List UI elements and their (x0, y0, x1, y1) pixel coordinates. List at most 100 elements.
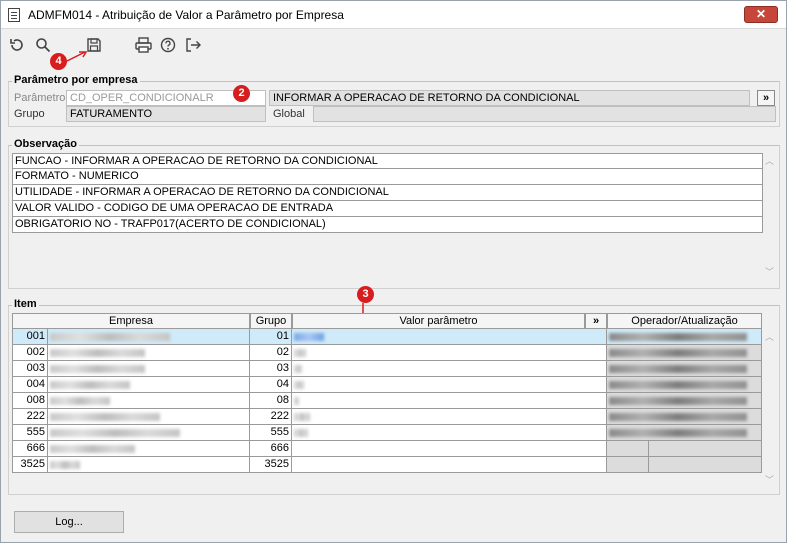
empresa-code-cell[interactable]: 003 (12, 361, 48, 377)
table-row[interactable]: 004 04 (12, 377, 762, 393)
table-row[interactable]: 002 02 (12, 345, 762, 361)
scroll-down-icon[interactable]: ﹀ (763, 266, 776, 279)
grupo-cell[interactable]: 04 (250, 377, 292, 393)
empresa-code-cell[interactable]: 222 (12, 409, 48, 425)
valor-parametro-cell[interactable] (292, 361, 607, 377)
col-operador-header[interactable]: Operador/Atualização (607, 313, 762, 329)
valor-parametro-cell[interactable] (292, 409, 607, 425)
grupo-value: 666 (270, 442, 289, 454)
empresa-code-cell[interactable]: 002 (12, 345, 48, 361)
grupo-cell[interactable]: 02 (250, 345, 292, 361)
table-row[interactable]: 008 08 (12, 393, 762, 409)
exit-icon[interactable] (182, 34, 204, 56)
parametro-label: Parâmetro (14, 92, 66, 104)
empresa-code: 666 (26, 442, 45, 454)
grupo-cell[interactable]: 555 (250, 425, 292, 441)
empresa-name-cell[interactable] (48, 457, 250, 473)
item-scrollbar[interactable]: ︿ ﹀ (763, 329, 776, 489)
empresa-code-cell[interactable]: 666 (12, 441, 48, 457)
search-icon[interactable] (32, 34, 54, 56)
grupo-field: FATURAMENTO (66, 106, 266, 122)
redacted-text (50, 365, 145, 373)
document-icon (8, 8, 20, 22)
empresa-name-cell[interactable] (48, 377, 250, 393)
empresa-name-cell[interactable] (48, 345, 250, 361)
table-row[interactable]: 555 555 (12, 425, 762, 441)
empresa-code-cell[interactable]: 008 (12, 393, 48, 409)
valor-parametro-cell[interactable] (292, 345, 607, 361)
lookup-button[interactable]: » (757, 90, 775, 106)
redacted-text (50, 381, 130, 389)
title-bar: ADMFM014 - Atribuição de Valor a Parâmet… (1, 1, 786, 29)
table-row[interactable]: 3525 3525 (12, 457, 762, 473)
grupo-cell[interactable]: 666 (250, 441, 292, 457)
print-icon[interactable] (132, 34, 154, 56)
scroll-up-icon[interactable]: ︿ (763, 331, 776, 344)
empresa-name-cell[interactable] (48, 361, 250, 377)
redacted-text (609, 333, 747, 341)
table-row[interactable]: 001 01 (12, 329, 762, 345)
observacao-line: VALOR VALIDO - CODIGO DE UMA OPERACAO DE… (12, 201, 763, 217)
valor-parametro-cell[interactable] (292, 329, 607, 345)
empresa-name-cell[interactable] (48, 425, 250, 441)
valor-parametro-cell[interactable] (292, 393, 607, 409)
redacted-text (294, 365, 302, 373)
grupo-cell[interactable]: 08 (250, 393, 292, 409)
empresa-name-cell[interactable] (48, 329, 250, 345)
table-row[interactable]: 222 222 (12, 409, 762, 425)
empresa-code: 222 (26, 410, 45, 422)
undo-icon[interactable] (6, 34, 28, 56)
grupo-value: 08 (276, 394, 289, 406)
table-row[interactable]: 666 666 (12, 441, 762, 457)
valor-parametro-cell[interactable] (292, 457, 607, 473)
save-icon[interactable] (83, 34, 105, 56)
grupo-cell[interactable]: 222 (250, 409, 292, 425)
redacted-text (50, 429, 180, 437)
redacted-text (294, 429, 308, 437)
log-button[interactable]: Log... (14, 511, 124, 533)
redacted-text (294, 333, 324, 341)
scroll-down-icon[interactable]: ﹀ (763, 474, 776, 487)
grupo-cell[interactable]: 03 (250, 361, 292, 377)
observacao-scrollbar[interactable]: ︿ ﹀ (763, 153, 776, 281)
atualizacao-cell (649, 441, 762, 457)
empresa-code-cell[interactable]: 004 (12, 377, 48, 393)
atualizacao-cell (649, 457, 762, 473)
redacted-text (50, 349, 145, 357)
empresa-code-cell[interactable]: 555 (12, 425, 48, 441)
redacted-text (50, 397, 110, 405)
help-icon[interactable] (157, 34, 179, 56)
observacao-line: FORMATO - NUMERICO (12, 169, 763, 185)
close-button[interactable]: ✕ (744, 6, 778, 23)
empresa-code-cell[interactable]: 001 (12, 329, 48, 345)
empresa-code: 001 (26, 330, 45, 342)
empresa-code: 555 (26, 426, 45, 438)
observacao-line: OBRIGATORIO NO - TRAFP017(ACERTO DE COND… (12, 217, 763, 233)
table-row[interactable]: 003 03 (12, 361, 762, 377)
empresa-code: 3525 (20, 458, 45, 470)
grupo-value: 04 (276, 378, 289, 390)
empresa-name-cell[interactable] (48, 409, 250, 425)
operador-cell (607, 393, 762, 409)
grupo-value: 222 (270, 410, 289, 422)
redacted-text (50, 333, 170, 341)
step-badge-2: 2 (233, 85, 250, 102)
operador-cell (607, 457, 649, 473)
redacted-text (50, 445, 135, 453)
valor-parametro-cell[interactable] (292, 377, 607, 393)
grupo-cell[interactable]: 3525 (250, 457, 292, 473)
col-grupo-header[interactable]: Grupo (250, 313, 292, 329)
col-empresa-header[interactable]: Empresa (12, 313, 250, 329)
toolbar: 4 (1, 30, 786, 70)
valor-parametro-cell[interactable] (292, 441, 607, 457)
grupo-cell[interactable]: 01 (250, 329, 292, 345)
empresa-code-cell[interactable]: 3525 (12, 457, 48, 473)
valor-parametro-cell[interactable] (292, 425, 607, 441)
expand-button[interactable]: » (585, 313, 607, 329)
redacted-text (50, 461, 80, 469)
col-valor-header[interactable]: Valor parâmetro (292, 313, 585, 329)
empresa-name-cell[interactable] (48, 441, 250, 457)
empresa-name-cell[interactable] (48, 393, 250, 409)
scroll-up-icon[interactable]: ︿ (763, 155, 776, 168)
parametro-description: INFORMAR A OPERACAO DE RETORNO DA CONDIC… (269, 90, 750, 106)
